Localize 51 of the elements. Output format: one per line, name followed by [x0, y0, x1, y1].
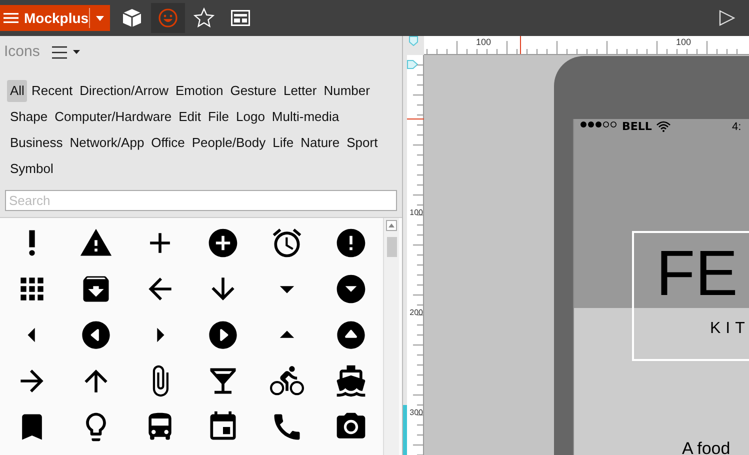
body-text: A food — [682, 438, 730, 455]
ruler-label: 100 — [410, 207, 423, 219]
status-time: 4: — [732, 121, 742, 133]
category-tab[interactable]: Gesture — [227, 80, 280, 102]
view-menu-button[interactable] — [52, 46, 80, 58]
category-tab[interactable]: Office — [148, 132, 188, 154]
carrier-name: BELL — [622, 121, 652, 133]
wifi-icon — [656, 121, 671, 132]
star-icon — [193, 7, 215, 29]
category-tab[interactable]: Emotion — [172, 80, 226, 102]
marker-icon[interactable] — [407, 60, 418, 69]
category-tab[interactable]: Life — [270, 132, 297, 154]
scroll-up-icon[interactable] — [386, 220, 397, 231]
scrollbar[interactable] — [383, 218, 399, 455]
play-icon[interactable] — [719, 10, 735, 26]
category-tab[interactable]: Business — [7, 132, 66, 154]
cube-icon — [122, 8, 142, 28]
hero-subtitle: KIT — [710, 319, 749, 339]
ruler-label: 100 — [676, 36, 692, 49]
category-tab[interactable]: All — [7, 80, 28, 102]
app-name: Mockplus — [24, 8, 89, 28]
category-tab[interactable]: Direction/Arrow — [76, 80, 172, 102]
search-field[interactable]: Search — [5, 190, 397, 211]
category-tab[interactable]: Recent — [28, 80, 76, 102]
ruler-label: 300 — [410, 407, 423, 419]
layout-icon — [230, 10, 250, 26]
category-tab[interactable]: Network/App — [66, 132, 148, 154]
category-tab[interactable]: Computer/Hardware — [52, 106, 175, 128]
ruler-label: 200 — [410, 307, 423, 319]
category-tab[interactable]: Letter — [280, 80, 320, 102]
category-tab[interactable]: Logo — [233, 106, 268, 128]
scroll-thumb[interactable] — [386, 237, 396, 257]
hero-title: FE — [656, 241, 738, 305]
category-tab[interactable]: Sport — [344, 132, 381, 154]
caret-down-icon — [72, 50, 80, 54]
category-tab[interactable]: Number — [320, 80, 373, 102]
category-tab[interactable]: Nature — [298, 132, 343, 154]
smiley-icon — [158, 8, 178, 28]
category-tab[interactable]: Multi-media — [268, 106, 342, 128]
signal-dots-icon — [580, 121, 618, 128]
list-icon — [52, 46, 67, 58]
app-menu-button[interactable]: Mockplus — [0, 5, 110, 31]
ruler-label: 100 — [476, 36, 492, 49]
category-tab[interactable]: Symbol — [7, 158, 56, 180]
marker-icon[interactable] — [409, 36, 418, 46]
category-tab[interactable]: Edit — [176, 106, 204, 128]
category-tab[interactable]: Shape — [7, 106, 51, 128]
category-tab[interactable]: People/Body — [188, 132, 269, 154]
category-tab[interactable]: File — [205, 106, 232, 128]
panel-title: Icons — [4, 42, 40, 62]
cyclist-icon[interactable] — [270, 364, 304, 398]
